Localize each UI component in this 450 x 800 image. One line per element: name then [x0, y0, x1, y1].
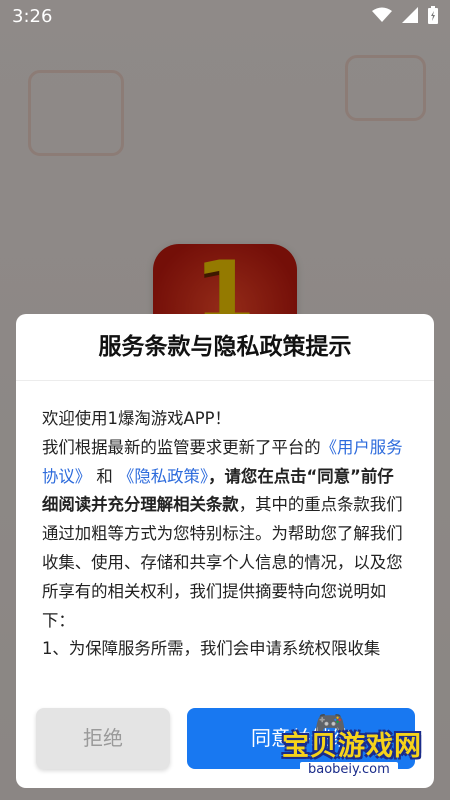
status-bar: 3:26: [0, 0, 450, 32]
terms-privacy-dialog: 服务条款与隐私政策提示 欢迎使用1爆淘游戏APP！ 我们根据最新的监管要求更新了…: [16, 314, 434, 788]
policy-intro-text: 我们根据最新的监管要求更新了平台的: [42, 437, 321, 457]
battery-icon: [428, 6, 438, 29]
dialog-body: 欢迎使用1爆淘游戏APP！ 我们根据最新的监管要求更新了平台的《用户服务协议》 …: [16, 381, 434, 705]
dialog-title: 服务条款与隐私政策提示: [16, 314, 434, 381]
wifi-icon: [372, 7, 392, 28]
reject-button[interactable]: 拒绝: [36, 708, 170, 769]
privacy-policy-link[interactable]: 《隐私政策》: [118, 467, 208, 486]
status-time: 3:26: [12, 6, 53, 27]
cell-signal-icon: [402, 7, 418, 28]
policy-summary-text: ，其中的重点条款我们通过加粗等方式为您特别标注。为帮助您了解我们收集、使用、存储…: [42, 495, 403, 630]
policy-paragraph: 我们根据最新的监管要求更新了平台的《用户服务协议》 和 《隐私政策》，请您在点击…: [42, 434, 406, 636]
watermark-url: baobeiy.com: [300, 762, 398, 777]
permission-text: 1、为保障服务所需，我们会申请系统权限收集: [42, 639, 381, 659]
watermark-title: 宝贝游戏网: [282, 731, 422, 762]
status-icons: [372, 6, 438, 29]
and-text: 和: [96, 466, 113, 486]
welcome-text: 欢迎使用1爆淘游戏APP！: [42, 409, 231, 428]
site-watermark: 🎮 宝贝游戏网 baobeiy.com: [270, 710, 435, 792]
